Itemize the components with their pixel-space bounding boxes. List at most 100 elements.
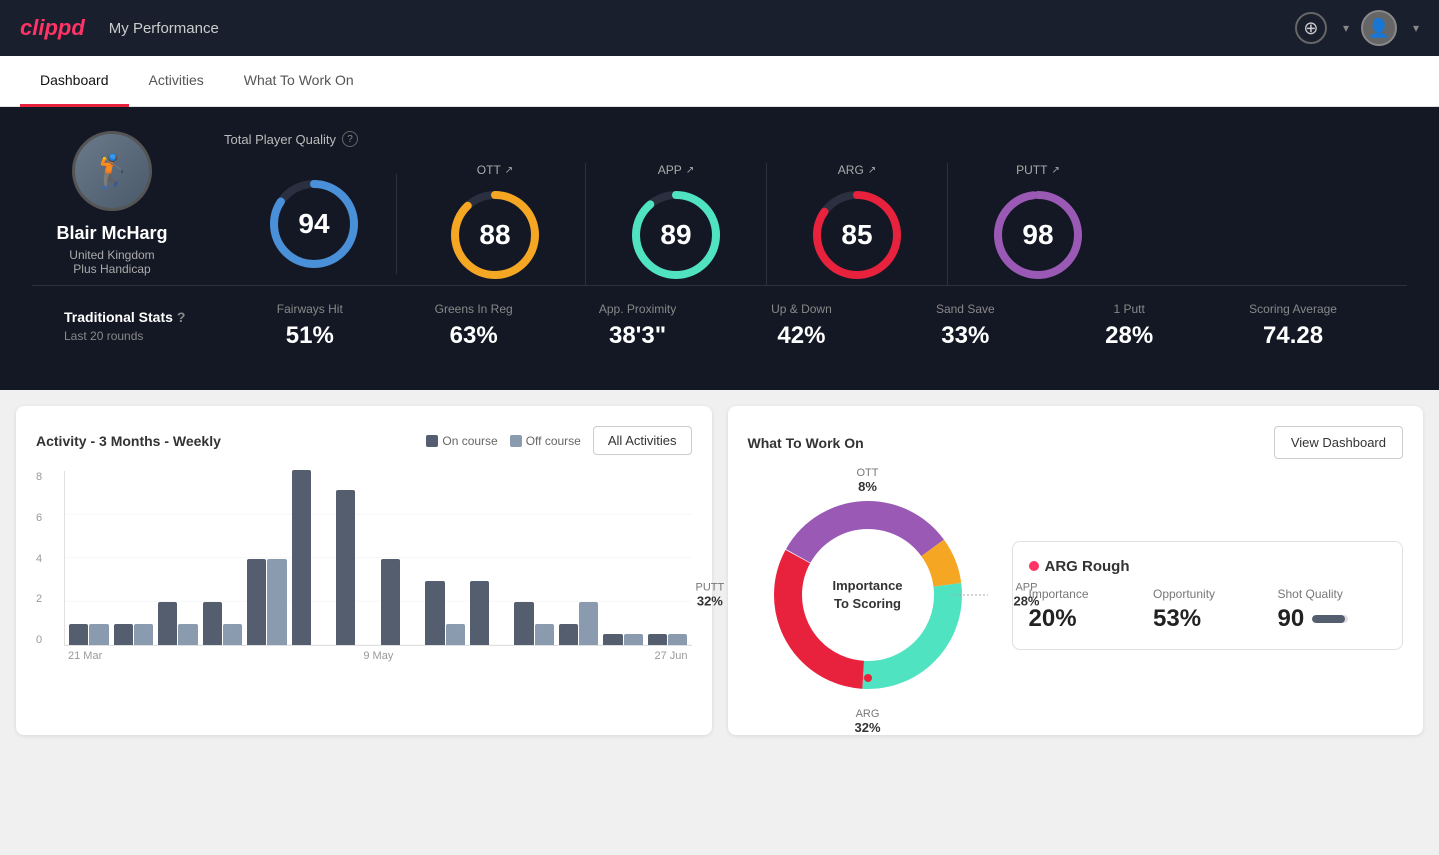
bar-on [603, 634, 622, 645]
stat-oneputt-label: 1 Putt [1047, 302, 1211, 316]
user-chevron: ▾ [1413, 21, 1419, 35]
player-handicap: Plus Handicap [73, 262, 150, 276]
work-on-content: Importance To Scoring OTT 8% APP 28% ARG… [748, 475, 1404, 715]
bar-group-3 [158, 602, 198, 645]
x-label-3: 27 Jun [654, 650, 687, 662]
avatar-icon: 👤 [1368, 18, 1390, 39]
detail-shot-quality: Shot Quality 90 [1278, 587, 1387, 633]
stat-fairways-label: Fairways Hit [228, 302, 392, 316]
bar-off [624, 634, 643, 645]
trad-stats-help[interactable]: ? [177, 309, 186, 325]
player-name: Blair McHarg [56, 223, 167, 244]
avatar-image: 🏌️ [92, 152, 132, 190]
bar-group-9 [425, 581, 465, 645]
bar-on [203, 602, 222, 645]
detail-card-wrapper: ARG Rough Importance 20% Opportunity 53%… [1012, 541, 1404, 650]
bar-group-14 [648, 634, 688, 645]
bar-group-13 [603, 634, 643, 645]
tpq-help-icon[interactable]: ? [342, 131, 358, 147]
score-label-arg: ARG ↗ [838, 163, 876, 177]
ott-trend-icon: ↗ [505, 165, 513, 176]
scores-label: Total Player Quality ? [224, 131, 1407, 147]
bar-on [336, 490, 355, 645]
bar-on [69, 624, 88, 645]
stat-greens-label: Greens In Reg [392, 302, 556, 316]
tab-activities[interactable]: Activities [129, 56, 224, 107]
opportunity-value: 53% [1153, 605, 1262, 633]
tab-bar: Dashboard Activities What To Work On [0, 56, 1439, 107]
tab-what-to-work-on[interactable]: What To Work On [224, 56, 374, 107]
score-ott-value: 88 [479, 219, 510, 251]
circle-putt: 98 [988, 185, 1088, 285]
bar-off [267, 559, 286, 645]
score-card-ott: OTT ↗ 88 [405, 163, 586, 285]
stat-fairways-value: 51% [228, 322, 392, 350]
hero-section: 🏌️ Blair McHarg United Kingdom Plus Hand… [0, 107, 1439, 390]
bottom-section: Activity - 3 Months - Weekly On course O… [0, 390, 1439, 751]
work-on-card-header: What To Work On View Dashboard [748, 426, 1404, 459]
all-activities-button[interactable]: All Activities [593, 426, 692, 455]
bar-group-8 [381, 559, 421, 645]
bar-on [648, 634, 667, 645]
donut-label-putt: PUTT 32% [696, 582, 725, 609]
view-dashboard-button[interactable]: View Dashboard [1274, 426, 1403, 459]
detail-metrics: Importance 20% Opportunity 53% Shot Qual… [1029, 587, 1387, 633]
stat-oneputt-value: 28% [1047, 322, 1211, 350]
bar-off [134, 624, 153, 645]
legend-on-course: On course [426, 434, 497, 448]
bar-group-5 [247, 559, 287, 645]
circle-arg: 85 [807, 185, 907, 285]
bar-group-2 [114, 624, 154, 645]
activity-card-header: Activity - 3 Months - Weekly On course O… [36, 426, 692, 455]
bar-off [446, 624, 465, 645]
score-card-putt: PUTT ↗ 98 [948, 163, 1128, 285]
detail-dot [1029, 561, 1039, 571]
bar-group-11 [514, 602, 554, 645]
putt-trend-icon: ↗ [1051, 165, 1059, 176]
x-axis-labels: 21 Mar 9 May 27 Jun [64, 646, 692, 662]
shot-quality-value: 90 [1278, 605, 1305, 633]
bar-group-1 [69, 624, 109, 645]
nav-title: My Performance [109, 20, 219, 37]
stat-proximity-value: 38'3" [556, 322, 720, 350]
bar-off [535, 624, 554, 645]
bar-on [470, 581, 489, 645]
donut-chart-wrapper: Importance To Scoring OTT 8% APP 28% ARG… [748, 475, 988, 715]
bar-group-4 [203, 602, 243, 645]
chart-legend: On course Off course [426, 434, 581, 448]
app-trend-icon: ↗ [686, 165, 694, 176]
tab-dashboard[interactable]: Dashboard [20, 56, 129, 107]
score-card-total: 94 [224, 174, 397, 274]
player-country: United Kingdom [69, 248, 154, 262]
shot-quality-row: 90 [1278, 605, 1387, 633]
score-total-value: 94 [298, 208, 329, 240]
detail-opportunity: Opportunity 53% [1153, 587, 1262, 633]
trad-stats-label-item: Traditional Stats ? Last 20 rounds [64, 309, 228, 343]
add-button[interactable]: ⊕ [1295, 12, 1327, 44]
score-card-arg: ARG ↗ 85 [767, 163, 948, 285]
stat-scoring: Scoring Average 74.28 [1211, 302, 1375, 350]
activity-chart-title: Activity - 3 Months - Weekly [36, 433, 221, 449]
user-avatar-button[interactable]: 👤 [1361, 10, 1397, 46]
bar-group-7 [336, 490, 376, 645]
stat-greens: Greens In Reg 63% [392, 302, 556, 350]
stat-updown-value: 42% [720, 322, 884, 350]
stat-fairways: Fairways Hit 51% [228, 302, 392, 350]
on-course-color [426, 435, 438, 447]
plus-icon: ⊕ [1303, 18, 1318, 39]
detail-importance: Importance 20% [1029, 587, 1138, 633]
x-label-1: 21 Mar [68, 650, 102, 662]
bar-off [178, 624, 197, 645]
trad-stats-label: Traditional Stats ? [64, 309, 228, 325]
donut-label-ott: OTT 8% [857, 467, 879, 494]
what-to-work-on-card: What To Work On View Dashboard [728, 406, 1424, 735]
stat-sandsave: Sand Save 33% [883, 302, 1047, 350]
donut-center-text: Importance To Scoring [832, 577, 902, 613]
arg-trend-icon: ↗ [868, 165, 876, 176]
bar-on [514, 602, 533, 645]
activity-card: Activity - 3 Months - Weekly On course O… [16, 406, 712, 735]
stat-scoring-value: 74.28 [1211, 322, 1375, 350]
score-card-app: APP ↗ 89 [586, 163, 767, 285]
circle-ott: 88 [445, 185, 545, 285]
stat-proximity: App. Proximity 38'3" [556, 302, 720, 350]
